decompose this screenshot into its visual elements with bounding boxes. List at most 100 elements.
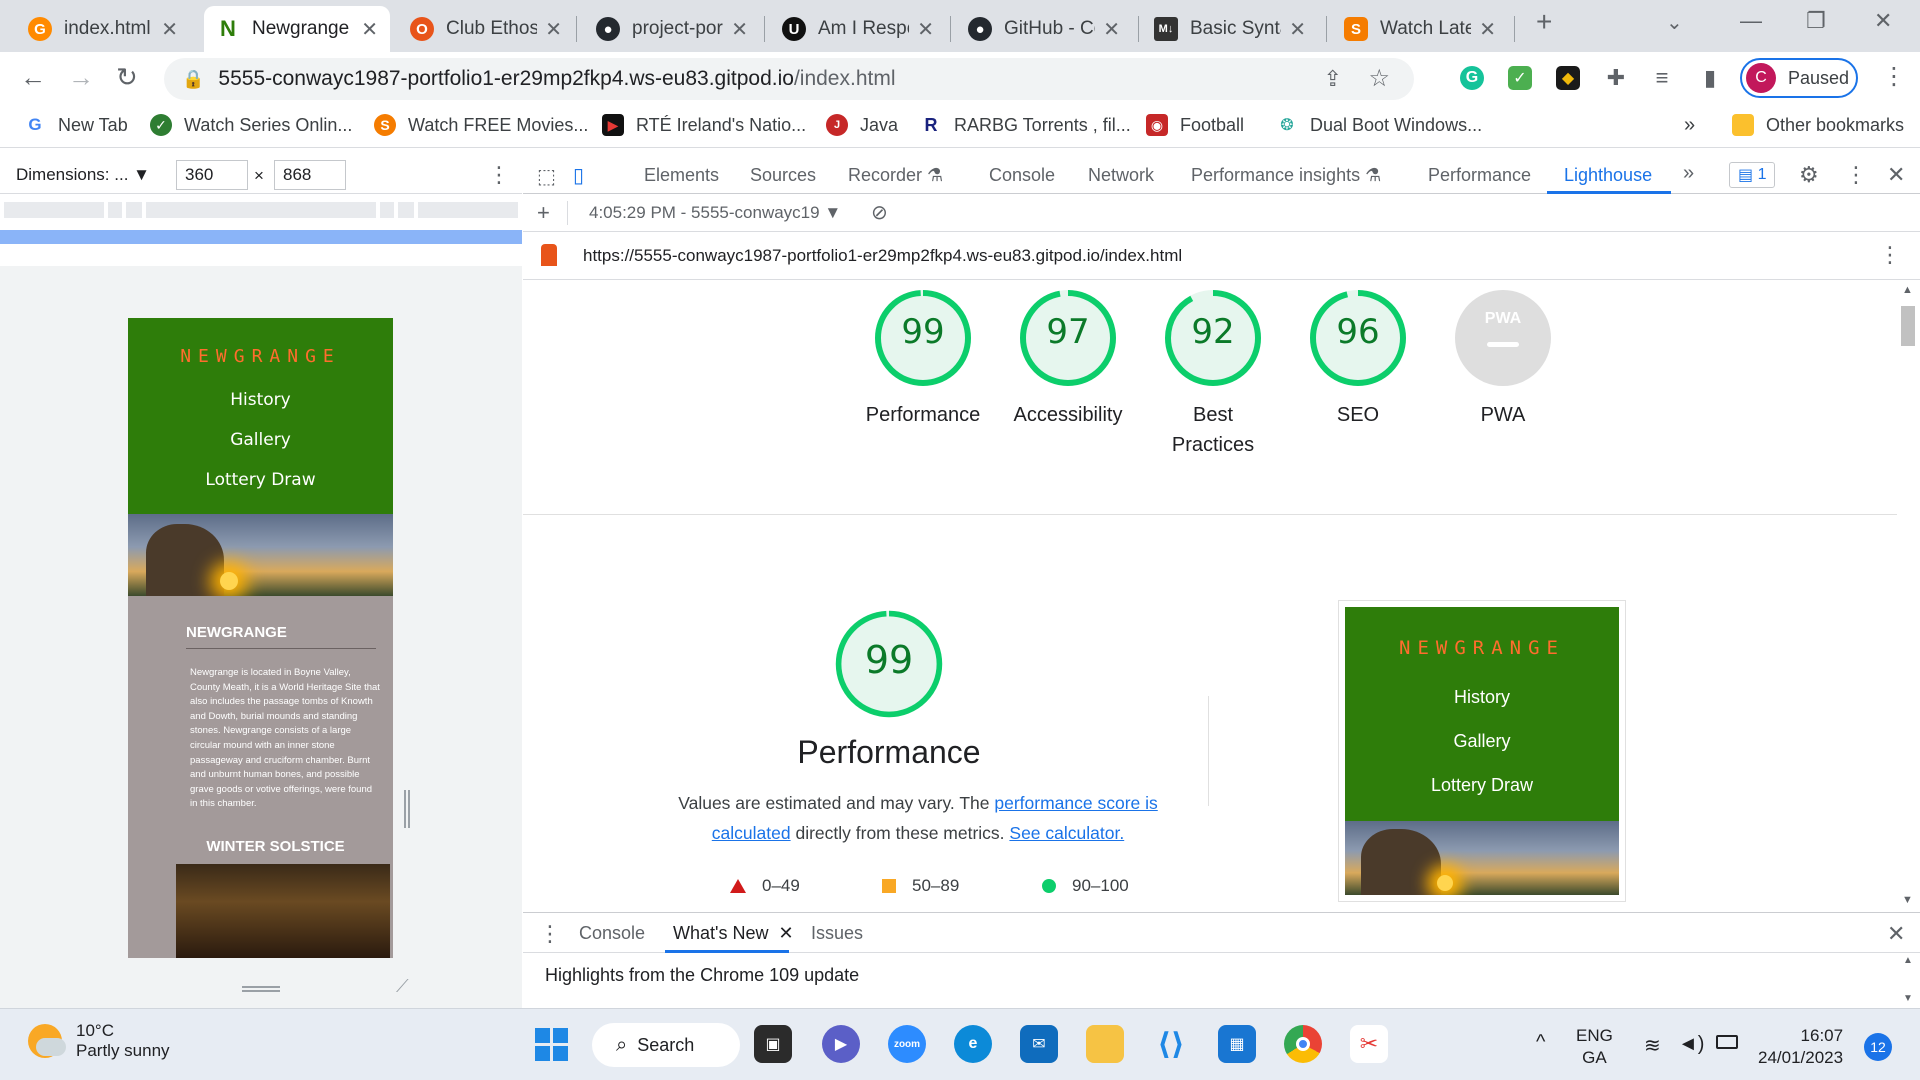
address-bar[interactable]: 🔒 5555-conwayc1987-portfolio1-er29mp2fkp… bbox=[164, 58, 1414, 100]
browser-tab[interactable]: ● project-por ✕ bbox=[584, 6, 760, 52]
zoom-icon[interactable]: zoom bbox=[888, 1025, 926, 1063]
edge-icon[interactable]: e bbox=[954, 1025, 992, 1063]
close-tab-icon[interactable]: ✕ bbox=[361, 17, 378, 42]
drawer-scroll-down-icon[interactable]: ▼ bbox=[1903, 993, 1913, 1004]
close-tab-icon[interactable]: ✕ bbox=[1479, 17, 1496, 42]
browser-tab[interactable]: ● GitHub - Co ✕ bbox=[956, 6, 1132, 52]
gauge-best-practices[interactable]: 92 Best Practices bbox=[1143, 288, 1283, 460]
resize-handle-horizontal[interactable] bbox=[242, 986, 280, 992]
clear-reports-icon[interactable]: ⊘ bbox=[871, 200, 888, 225]
reload-icon[interactable]: ↻ bbox=[116, 62, 138, 93]
minimize-window-icon[interactable]: — bbox=[1740, 8, 1762, 34]
report-menu-icon[interactable]: ⋮ bbox=[1879, 242, 1901, 268]
device-toggle-icon[interactable]: ▯ bbox=[573, 163, 584, 188]
new-report-plus-icon[interactable]: + bbox=[537, 200, 550, 226]
chrome-icon[interactable] bbox=[1284, 1025, 1322, 1063]
close-tab-icon[interactable]: ✕ bbox=[731, 17, 748, 42]
close-tab-icon[interactable]: ✕ bbox=[917, 17, 934, 42]
notification-badge[interactable]: 12 bbox=[1864, 1033, 1892, 1061]
tab-performance-insights[interactable]: Performance insights ⚗ bbox=[1191, 165, 1381, 186]
clock[interactable]: 16:07 24/01/2023 bbox=[1758, 1025, 1843, 1069]
report-url[interactable]: https://5555-conwayc1987-portfolio1-er29… bbox=[583, 246, 1182, 266]
drawer-scroll-up-icon[interactable]: ▲ bbox=[1903, 955, 1913, 966]
tab-console[interactable]: Console bbox=[989, 165, 1055, 186]
tab-elements[interactable]: Elements bbox=[644, 165, 719, 186]
snipping-tool-icon[interactable]: ✂ bbox=[1350, 1025, 1388, 1063]
browser-tab[interactable]: O Club Ethos ✕ bbox=[398, 6, 574, 52]
mail-icon[interactable]: ✉ bbox=[1020, 1025, 1058, 1063]
close-tab-icon[interactable]: ✕ bbox=[161, 17, 178, 42]
side-panel-icon[interactable]: ▮ bbox=[1698, 65, 1722, 90]
task-view-icon[interactable]: ▣ bbox=[754, 1025, 792, 1063]
browser-tab[interactable]: G index.html ✕ bbox=[16, 6, 190, 52]
see-calculator-link[interactable]: See calculator. bbox=[1009, 823, 1124, 843]
settings-gear-icon[interactable]: ⚙ bbox=[1799, 162, 1819, 188]
scroll-down-icon[interactable]: ▼ bbox=[1902, 894, 1913, 906]
drawer-menu-icon[interactable]: ⋮ bbox=[539, 921, 561, 947]
browser-tab[interactable]: M↓ Basic Synta ✕ bbox=[1142, 6, 1318, 52]
close-devtools-icon[interactable]: ✕ bbox=[1887, 162, 1905, 188]
resize-corner-icon[interactable]: ⟋ bbox=[396, 976, 409, 997]
media-query-segment[interactable] bbox=[146, 202, 376, 218]
report-scrollbar[interactable]: ▲ ▼ bbox=[1897, 280, 1920, 912]
media-query-segment[interactable] bbox=[126, 202, 142, 218]
devtools-menu-icon[interactable]: ⋮ bbox=[1845, 162, 1867, 188]
restore-window-icon[interactable]: ❐ bbox=[1806, 8, 1826, 34]
share-icon[interactable]: ⇪ bbox=[1324, 66, 1342, 92]
drawer-tab-issues[interactable]: Issues bbox=[811, 923, 863, 944]
new-tab-button[interactable]: + bbox=[1536, 6, 1552, 38]
shield-extension-icon[interactable]: ✓ bbox=[1508, 66, 1532, 90]
resize-handle-vertical[interactable] bbox=[404, 790, 410, 828]
issues-counter[interactable]: ▤ 1 bbox=[1729, 162, 1776, 188]
tab-network[interactable]: Network bbox=[1088, 165, 1154, 186]
media-queue-icon[interactable]: ≡ bbox=[1650, 65, 1674, 90]
drawer-tab-whats-new[interactable]: What's New ✕ bbox=[673, 923, 794, 944]
bookmark-java[interactable]: J Java bbox=[826, 114, 898, 136]
site-logo[interactable]: NEWGRANGE bbox=[128, 346, 393, 367]
browser-tab-active[interactable]: N Newgrange ✕ bbox=[204, 6, 390, 52]
extensions-puzzle-icon[interactable]: ✚ bbox=[1604, 65, 1628, 90]
height-input[interactable]: 868 bbox=[274, 160, 346, 190]
nav-link-history[interactable]: History bbox=[128, 390, 393, 410]
bookmark-star-icon[interactable]: ☆ bbox=[1368, 64, 1390, 93]
more-bookmarks-chevron[interactable]: » bbox=[1684, 114, 1695, 137]
close-tab-icon[interactable]: ✕ bbox=[1103, 17, 1120, 42]
media-query-segment[interactable] bbox=[398, 202, 414, 218]
bookmark-football[interactable]: ◉ Football bbox=[1146, 114, 1244, 136]
gauge-accessibility[interactable]: 97 Accessibility bbox=[998, 288, 1138, 430]
dimensions-dropdown[interactable]: Dimensions: ... ▼ bbox=[16, 165, 150, 185]
weather-widget[interactable]: 10°C Partly sunny bbox=[28, 1021, 170, 1061]
nav-link-gallery[interactable]: Gallery bbox=[128, 430, 393, 450]
gauge-performance[interactable]: 99 Performance bbox=[853, 288, 993, 430]
grammarly-extension-icon[interactable]: G bbox=[1460, 66, 1484, 90]
gauge-pwa[interactable]: PWA PWA bbox=[1433, 288, 1573, 430]
bookmark-new-tab[interactable]: G New Tab bbox=[24, 114, 128, 136]
back-arrow-icon[interactable]: ← bbox=[20, 62, 46, 93]
width-input[interactable]: 360 bbox=[176, 160, 248, 190]
media-query-segment[interactable] bbox=[108, 202, 122, 218]
browser-tab[interactable]: U Am I Respo ✕ bbox=[770, 6, 946, 52]
gauge-seo[interactable]: 96 SEO bbox=[1288, 288, 1428, 430]
viewport-ruler[interactable] bbox=[0, 230, 522, 244]
bookmark-dual-boot[interactable]: ❂ Dual Boot Windows... bbox=[1276, 114, 1482, 136]
nav-link-lottery-draw[interactable]: Lottery Draw bbox=[128, 470, 393, 490]
media-query-segment[interactable] bbox=[418, 202, 518, 218]
file-explorer-icon[interactable] bbox=[1086, 1025, 1124, 1063]
device-toolbar-menu-icon[interactable]: ⋮ bbox=[488, 162, 510, 188]
scroll-up-icon[interactable]: ▲ bbox=[1902, 284, 1913, 296]
bookmark-watch-series[interactable]: ✓ Watch Series Onlin... bbox=[150, 114, 352, 136]
input-language[interactable]: ENG GA bbox=[1576, 1025, 1613, 1069]
more-tabs-chevron[interactable]: » bbox=[1683, 162, 1694, 185]
taskbar-search[interactable]: ⌕ Search bbox=[592, 1023, 740, 1067]
media-query-segment[interactable] bbox=[4, 202, 104, 218]
close-tab-icon[interactable]: ✕ bbox=[1289, 17, 1306, 42]
tab-recorder[interactable]: Recorder ⚗ bbox=[848, 165, 943, 186]
tab-search-chevron-icon[interactable]: ⌄ bbox=[1666, 10, 1683, 35]
vscode-icon[interactable]: ⟨⟩ bbox=[1152, 1025, 1190, 1063]
binance-extension-icon[interactable]: ◆ bbox=[1556, 66, 1580, 90]
tab-sources[interactable]: Sources bbox=[750, 165, 816, 186]
teams-chat-icon[interactable]: ▶ bbox=[822, 1025, 860, 1063]
chrome-menu-icon[interactable]: ⋮ bbox=[1882, 62, 1906, 91]
tray-overflow-chevron-icon[interactable]: ^ bbox=[1536, 1031, 1545, 1054]
bookmark-rarbg[interactable]: R RARBG Torrents , fil... bbox=[920, 114, 1131, 136]
